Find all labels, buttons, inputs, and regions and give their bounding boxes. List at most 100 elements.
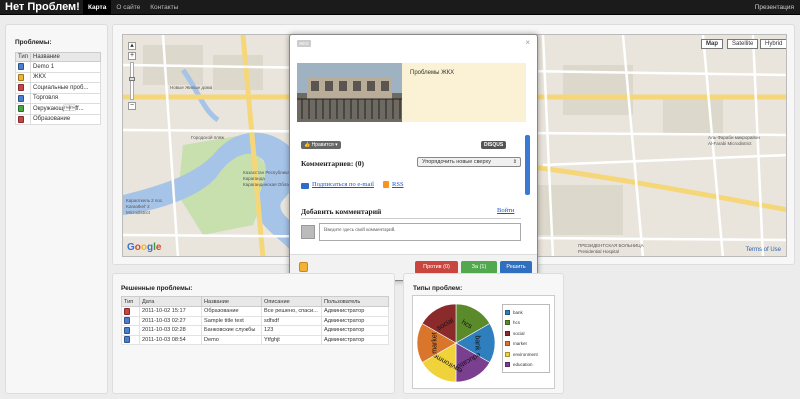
problem-row[interactable]: Окружающff... [14,103,101,115]
nav-item-map[interactable]: Карта [83,0,112,15]
pie-label-market: market [431,332,438,353]
legend-label: market [513,341,527,347]
map-label-city-beach: Городской пляж [191,135,225,140]
column-header-description[interactable]: Описание [261,296,322,307]
problem-row[interactable]: Образование [14,113,101,125]
sort-select-value: Упорядочить новые сверху [422,159,491,165]
comment-input[interactable]: Введите здесь свой комментарий. [319,223,521,241]
solved-row[interactable]: 2011-10-03 08:54 Demo Ytfghjt Администратор [121,334,389,345]
disqus-button[interactable]: DISQUS [481,141,507,149]
login-link[interactable]: Войти [497,207,514,214]
nav-item-presentation[interactable]: Презентация [755,0,794,15]
solved-title: Решенные проблемы: [121,285,193,292]
map-type-map-button[interactable]: Map [701,39,723,49]
solved-name-cell: Образование [201,306,262,317]
problem-row[interactable]: Торговля [14,92,101,104]
blue-pin-icon [124,336,130,344]
brand-title[interactable]: Нет Проблем! [5,1,80,13]
google-logo: Google [127,242,162,253]
map-type-satellite-button[interactable]: Satellite [727,39,759,49]
problem-photo[interactable] [297,63,402,122]
comments-area[interactable]: 👍 Нравится ▾ DISQUS Комментариев: (0) Уп… [297,127,533,251]
map-label-karaganda: Караганда [243,176,265,181]
solved-date-cell: 2011-10-03 08:54 [139,334,202,345]
sort-select[interactable]: Упорядочить новые сверху ⇕ [417,157,521,167]
legend-label: bank [513,309,523,315]
problem-name-cell: Demo 1 [30,61,101,73]
map-label-al-farabi-en: Al-Farabi Microdistrict [708,141,752,146]
column-header-date[interactable]: Дата [139,296,202,307]
column-header-type[interactable]: Тип [121,296,140,307]
solved-type-cell [121,306,140,317]
column-header-name[interactable]: Название [30,52,101,62]
top-navbar: Нет Проблем! Карта О сайте Контакты През… [0,0,800,15]
map-label-karaotkel-en: Karaotkel' 2 [126,204,150,209]
problem-row[interactable]: ЖКХ [14,71,101,83]
map-label-hospital: ПРЕЗИДЕНТСКАЯ БОЛЬНИЦА [578,243,644,248]
problems-table: Тип Название Demo 1 ЖКХ Социальные проб...… [14,52,101,125]
solved-row[interactable]: 2011-10-03 02:27 Sample title text sdfsdf А… [121,315,389,326]
solved-desc-cell: sdfsdf [261,315,322,326]
legend-label: education [513,362,533,368]
comments-count: Комментариев: (0) [301,159,365,168]
green-pin-icon [18,105,24,113]
column-header-name[interactable]: Название [201,296,262,307]
problem-name-cell: Образование [30,113,101,125]
solved-name-cell: Sample title text [201,315,262,326]
solved-type-cell [121,325,140,336]
map-label-new-homes: Новые Жилые дома [170,85,213,90]
pan-up-button[interactable]: ▴ [128,42,136,50]
problem-type-cell [14,113,32,125]
blue-pin-icon [124,317,130,325]
like-label: Нравится [311,142,334,148]
solved-desc-cell: Ytfghjt [261,334,322,345]
legend-item-environment: environment [505,349,547,360]
problem-types-panel: Типы проблем: hcs bank education environmen… [403,273,564,394]
legend-item-bank: bank [505,307,547,318]
problem-name-cell: Торговля [30,92,101,104]
legend-item-market: market [505,339,547,350]
problems-title: Проблемы: [15,39,52,46]
solved-user-cell: Администратор [321,334,389,345]
like-button[interactable]: 👍 Нравится ▾ [301,141,341,149]
legend-swatch [505,330,510,336]
map-type-hybrid-button[interactable]: Hybrid [760,39,786,49]
problem-row[interactable]: Demo 1 [14,61,101,73]
blue-pin-icon [18,63,24,71]
zoom-slider-knob[interactable] [129,77,135,81]
problem-type-cell [14,61,32,73]
avatar [301,225,315,239]
solved-user-cell: Администратор [321,315,389,326]
types-title: Типы проблем: [413,285,463,292]
close-icon[interactable]: × [525,38,530,47]
chart-legend: bank hcs social market environment education [502,304,550,373]
subscribe-email-link[interactable]: Подписаться по e-mail [312,181,374,188]
popup-scrollbar[interactable] [525,135,530,195]
red-pin-icon [18,84,24,92]
divider [301,218,521,219]
rss-icon [383,181,389,188]
category-pin-icon [299,262,308,272]
solved-type-cell [121,315,140,326]
solved-row[interactable]: 2011-10-03 02:28 Банковские службы 123 Адми… [121,325,389,336]
nav-item-contacts[interactable]: Контакты [145,0,183,15]
main-nav: Карта О сайте Контакты [83,0,183,15]
zoom-slider[interactable] [129,62,135,100]
legend-swatch [505,320,510,326]
legend-swatch [505,341,510,347]
zoom-in-button[interactable]: + [128,52,136,60]
legend-label: environment [513,351,538,357]
column-header-user[interactable]: Пользователь [321,296,389,307]
problem-photo-image [297,63,402,122]
column-header-type[interactable]: Тип [14,52,32,62]
problem-type-cell [14,71,32,83]
solved-row[interactable]: 2011-10-02 15:17 Образование Все решено, с… [121,306,389,317]
nav-item-about[interactable]: О сайте [111,0,145,15]
map-label-hospital-en: Presidential Hospital [578,249,620,254]
problem-name-cell: Социальные проб... [30,82,101,94]
zoom-out-button[interactable]: − [128,102,136,110]
terms-of-use-link[interactable]: Terms of Use [746,247,781,253]
rss-link[interactable]: RSS [392,181,404,188]
solved-user-cell: Администратор [321,306,389,317]
problem-row[interactable]: Социальные проб... [14,82,101,94]
